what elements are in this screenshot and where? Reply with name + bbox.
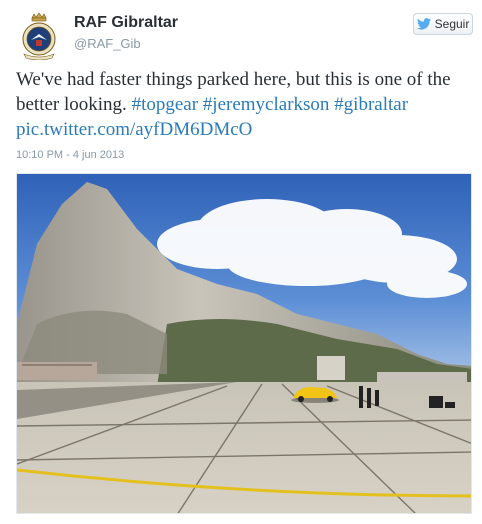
follow-button[interactable]: Seguir xyxy=(413,13,473,35)
hashtag-jeremyclarkson[interactable]: #jeremyclarkson xyxy=(203,94,330,115)
tweet-photo[interactable] xyxy=(16,173,472,514)
follow-button-label: Seguir xyxy=(434,17,470,31)
raf-crest-avatar[interactable] xyxy=(19,12,59,61)
gibraltar-runway-image xyxy=(17,174,471,513)
photo-link[interactable]: pic.twitter.com/ayfDM6DMcO xyxy=(16,119,252,140)
tweet-timestamp[interactable]: 10:10 PM - 4 jun 2013 xyxy=(16,149,124,161)
tweet-card: RAF Gibraltar @RAF_Gib Seguir We've had … xyxy=(0,0,482,524)
hashtag-gibraltar[interactable]: #gibraltar xyxy=(334,94,408,115)
hashtag-topgear[interactable]: #topgear xyxy=(132,94,198,115)
account-name[interactable]: RAF Gibraltar xyxy=(74,14,178,32)
tweet-text: We've had faster things parked here, but… xyxy=(16,67,472,142)
twitter-bird-icon xyxy=(416,18,431,30)
account-handle[interactable]: @RAF_Gib xyxy=(74,36,141,51)
